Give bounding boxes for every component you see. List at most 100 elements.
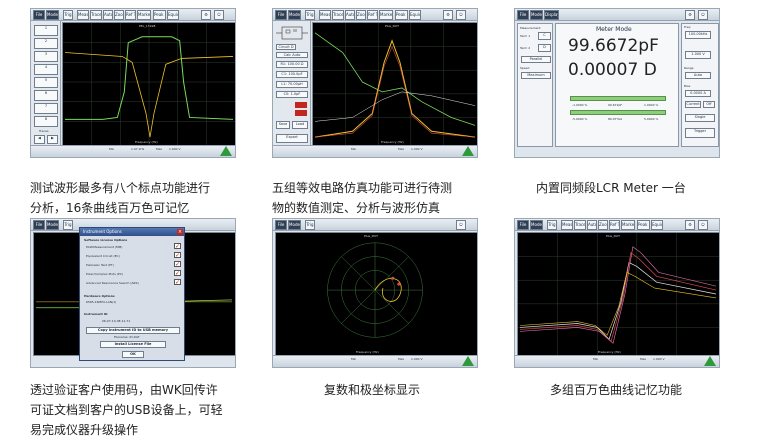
settings-icon[interactable]: ⚙ xyxy=(685,220,695,230)
marker-7[interactable]: 7 xyxy=(34,103,58,114)
term1-select[interactable]: C xyxy=(538,32,551,40)
toolbar-btn-4[interactable]: Ref Trace xyxy=(367,10,378,20)
toolbar-btn-3[interactable]: Zoom xyxy=(598,220,608,230)
toolbar-btn-2[interactable]: Auto Fit xyxy=(345,10,355,20)
status-triangle-icon xyxy=(220,146,232,156)
toolbar-btn-5[interactable]: Markers xyxy=(379,10,393,20)
trig-button[interactable]: Trig xyxy=(63,10,73,20)
trig-button[interactable]: Trig xyxy=(305,220,315,230)
toolbar-btn-3[interactable]: Zoom xyxy=(114,10,124,20)
file-button[interactable]: File xyxy=(275,220,287,230)
screenshot-license: File Mode Trig Instrument Options × Soft… xyxy=(30,218,236,368)
speed-select[interactable]: Maximum xyxy=(521,72,551,79)
marker-8[interactable]: 8 xyxy=(34,116,58,127)
marker-1[interactable]: 1 xyxy=(34,25,58,36)
toolbar-btn-7[interactable]: Equiv Ckt xyxy=(651,220,663,230)
toolbar-btn-5[interactable]: Markers xyxy=(137,10,151,20)
toolbar-btn-7[interactable]: Equiv Ckt xyxy=(409,10,421,20)
parallel-toggle[interactable]: Parallel xyxy=(521,56,551,63)
file-button[interactable]: File xyxy=(33,220,45,230)
export-button[interactable]: Export xyxy=(276,134,308,143)
toolbar-btn-5[interactable]: Markers xyxy=(621,220,635,230)
toolbar-btn-7[interactable]: Equiv Ckt xyxy=(167,10,179,20)
calc-auto-toggle[interactable]: Calc Auto xyxy=(276,52,308,58)
bias-field[interactable]: 0.0000 A xyxy=(685,90,711,97)
next-icon[interactable]: ▶ xyxy=(47,135,58,144)
mode-button[interactable]: Mode xyxy=(288,10,301,20)
current-toggle[interactable]: Current xyxy=(685,101,701,108)
license-item: Advanced Resonance Search (ARS) xyxy=(86,281,139,285)
license-check-icon[interactable]: ✓ xyxy=(174,270,181,277)
off-toggle[interactable]: Off xyxy=(703,101,715,108)
display-button[interactable]: Display xyxy=(544,10,559,20)
toolbar-btn-1[interactable]: Trace Setup xyxy=(332,10,344,20)
toolbar-btn-4[interactable]: Ref Trace xyxy=(125,10,136,20)
param-c1[interactable]: C1: 100.0pF xyxy=(276,71,308,78)
power-icon[interactable]: ⏻ xyxy=(456,10,466,20)
trig-button[interactable]: Trig xyxy=(63,220,73,230)
toolbar-btn-2[interactable]: Auto Fit xyxy=(103,10,113,20)
trigger-button[interactable]: Trigger xyxy=(685,128,715,138)
license-check-icon[interactable]: ✓ xyxy=(174,252,181,259)
settings-icon[interactable]: ⚙ xyxy=(685,10,695,20)
install-license-button[interactable]: Install License File xyxy=(100,341,166,348)
license-check-icon[interactable]: ✓ xyxy=(174,243,181,250)
freq-field[interactable]: 100.00kHz xyxy=(685,31,711,39)
settings-icon[interactable]: ⚙ xyxy=(443,10,453,20)
marker-4[interactable]: 4 xyxy=(34,64,58,75)
single-button[interactable]: Single xyxy=(685,114,715,122)
param-c0[interactable]: C0: 1.0pF xyxy=(276,91,308,98)
power-icon[interactable]: ⏻ xyxy=(214,10,224,20)
ok-button[interactable]: OK xyxy=(122,351,144,358)
marker-2[interactable]: 2 xyxy=(34,38,58,49)
toolbar-btn-3[interactable]: Zoom xyxy=(356,10,366,20)
caption-line-1: 内置同频段LCR Meter 一台 xyxy=(536,181,686,195)
toolbar-btn-1[interactable]: Trace Setup xyxy=(90,10,102,20)
file-button[interactable]: File xyxy=(275,10,287,20)
toolbar-btn-6[interactable]: Peak Search xyxy=(395,10,408,20)
circuit-select[interactable]: Circuit D xyxy=(276,44,296,50)
license-check-icon[interactable]: ✓ xyxy=(174,279,181,286)
toolbar-btn-0[interactable]: Meas Setup xyxy=(319,10,331,20)
mode-button[interactable]: Mode xyxy=(530,220,543,230)
range-select[interactable]: Auto xyxy=(685,72,711,79)
toolbar-btn-0[interactable]: Meas Setup xyxy=(561,220,573,230)
trig-button[interactable]: Trig xyxy=(547,220,557,230)
power-icon[interactable]: ⏻ xyxy=(456,220,466,230)
license-check-icon[interactable]: ✓ xyxy=(174,261,181,268)
load-button[interactable]: Load xyxy=(292,121,308,129)
trace-color-red-2[interactable] xyxy=(295,110,307,116)
file-button[interactable]: File xyxy=(517,220,529,230)
license-item: Piezoelec Test (PT) xyxy=(86,263,114,267)
mode-button[interactable]: Mode xyxy=(46,220,59,230)
toolbar-btn-1[interactable]: Trace Setup xyxy=(574,220,586,230)
mode-button[interactable]: Mode xyxy=(46,10,59,20)
min-label: Min xyxy=(351,147,357,151)
trace-color-red[interactable] xyxy=(295,102,307,108)
prev-icon[interactable]: ◀ xyxy=(34,135,45,144)
marker-6[interactable]: 6 xyxy=(34,90,58,101)
param-r1[interactable]: R1: 100.00 Ω xyxy=(276,61,308,68)
mode-button[interactable]: Mode xyxy=(288,220,301,230)
marker-3[interactable]: 3 xyxy=(34,51,58,62)
power-icon[interactable]: ⏻ xyxy=(698,220,708,230)
toolbar-btn-6[interactable]: Peak Search xyxy=(153,10,166,20)
power-icon[interactable]: ⏻ xyxy=(698,10,708,20)
settings-icon[interactable]: ⚙ xyxy=(201,10,211,20)
save-button[interactable]: Save xyxy=(276,121,290,129)
copy-id-button[interactable]: Copy Instrument ID to USB memory xyxy=(86,327,180,334)
level-field[interactable]: 1.000 V xyxy=(685,51,711,59)
marker-5[interactable]: 5 xyxy=(34,77,58,88)
file-button[interactable]: File xyxy=(33,10,45,20)
toolbar-btn-6[interactable]: Peak Search xyxy=(637,220,650,230)
close-icon[interactable]: × xyxy=(177,229,183,235)
screenshot-polar: File Mode Trig ⏻ Plus_DUT Frequency (Hz)… xyxy=(272,218,478,368)
param-l1[interactable]: L1: 70.00μH xyxy=(276,81,308,88)
file-button[interactable]: File xyxy=(517,10,529,20)
toolbar-btn-4[interactable]: Ref Trace xyxy=(609,220,620,230)
term2-select[interactable]: D xyxy=(538,44,551,52)
trig-button[interactable]: Trig xyxy=(305,10,315,20)
mode-button[interactable]: Mode xyxy=(530,10,543,20)
toolbar-btn-2[interactable]: Auto Fit xyxy=(587,220,597,230)
toolbar-btn-0[interactable]: Meas Setup xyxy=(77,10,89,20)
